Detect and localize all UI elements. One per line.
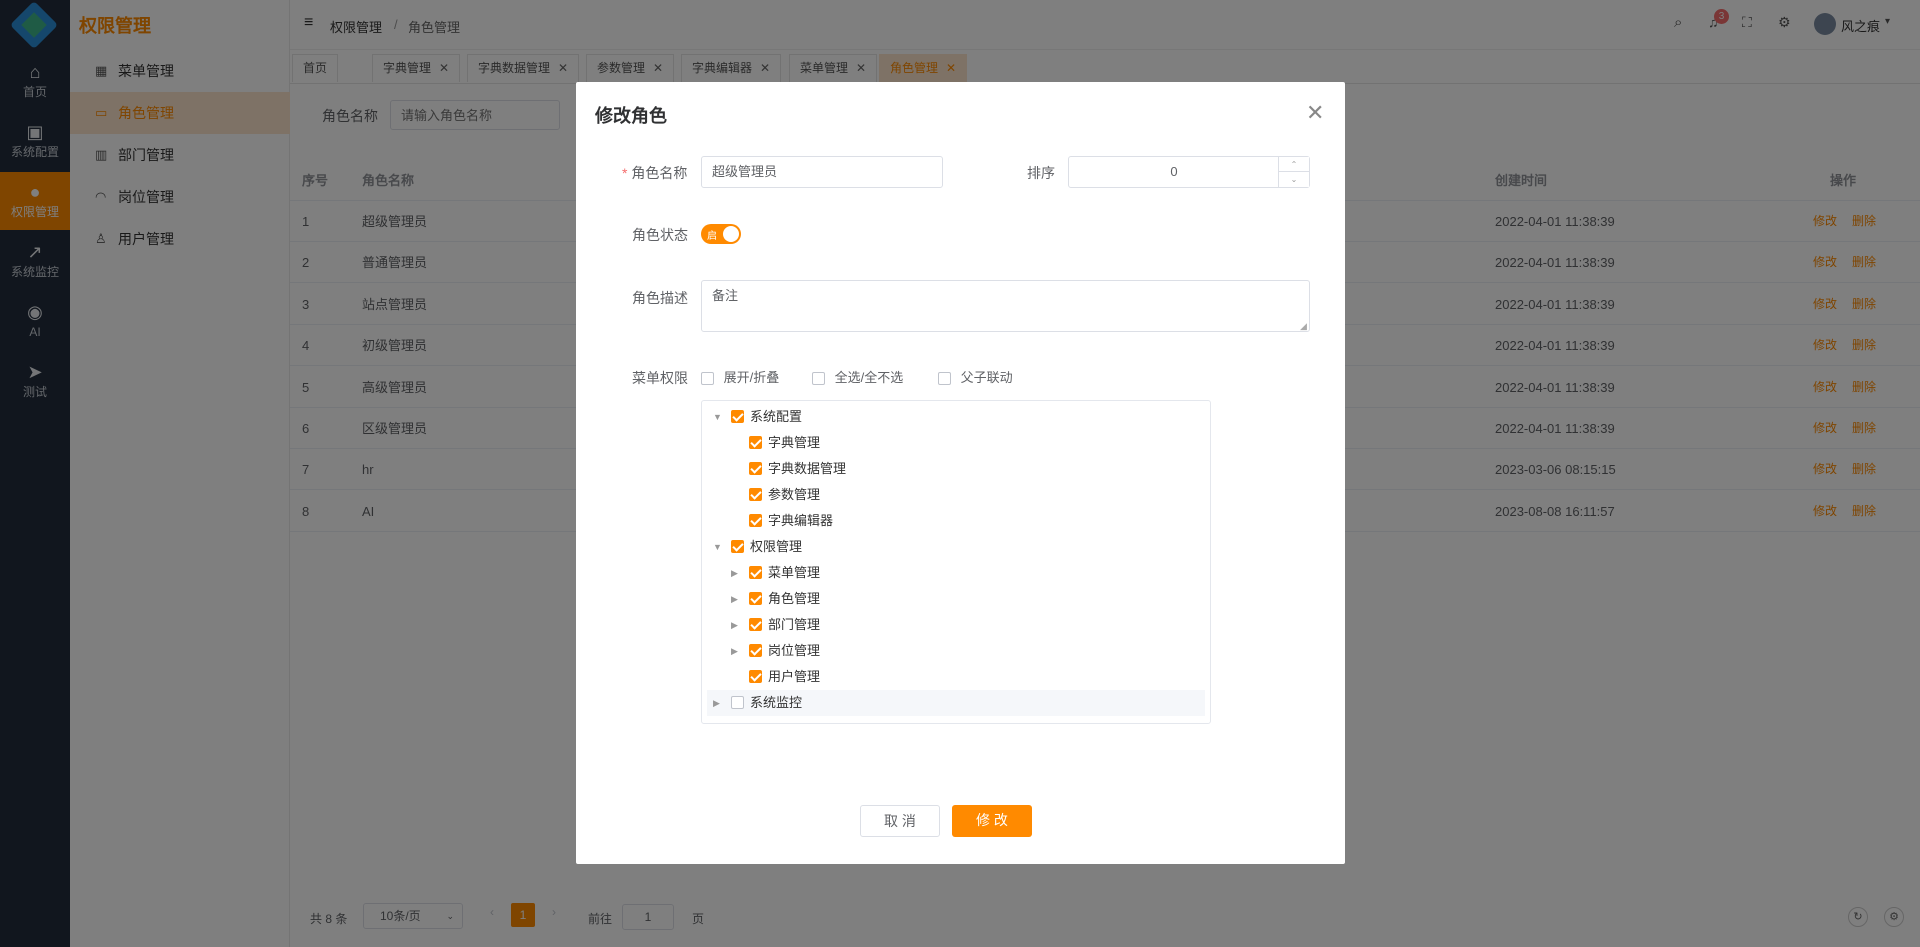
- option-label: 展开/折叠: [723, 370, 780, 385]
- tree-node[interactable]: ▶ 岗位管理: [707, 638, 1205, 664]
- option-label: 全选/全不选: [834, 370, 904, 385]
- tree-node-label: 系统配置: [750, 409, 803, 424]
- caret-right-icon[interactable]: ▶: [731, 560, 738, 586]
- tree-checkbox[interactable]: [749, 644, 762, 657]
- sort-value: 0: [1170, 164, 1178, 179]
- submit-button[interactable]: 修 改: [952, 805, 1032, 837]
- stepper-down-icon[interactable]: ⌄: [1278, 172, 1309, 187]
- menu-permission-label: 菜单权限: [632, 370, 688, 386]
- tree-checkbox[interactable]: [749, 514, 762, 527]
- tree-node-label: 字典管理: [768, 435, 821, 450]
- tree-checkbox[interactable]: [731, 410, 744, 423]
- tree-node[interactable]: 字典编辑器: [707, 508, 1205, 534]
- tree-checkbox[interactable]: [749, 462, 762, 475]
- caret-right-icon[interactable]: ▶: [731, 638, 738, 664]
- stepper-up-icon[interactable]: ⌃: [1278, 157, 1309, 172]
- tree-node[interactable]: 参数管理: [707, 482, 1205, 508]
- caret-right-icon[interactable]: ▶: [713, 690, 720, 716]
- role-desc-textarea[interactable]: 备注: [701, 280, 1310, 332]
- status-toggle[interactable]: 启: [701, 224, 741, 244]
- tree-node-label: 角色管理: [768, 591, 821, 606]
- role-name-label: * 角色名称: [622, 165, 688, 181]
- tree-node[interactable]: ▼ 权限管理: [707, 534, 1205, 560]
- role-desc-label: 角色描述: [632, 290, 688, 306]
- tree-node-label: 字典编辑器: [768, 513, 834, 528]
- tree-node[interactable]: 字典管理: [707, 430, 1205, 456]
- tree-node[interactable]: 字典数据管理: [707, 456, 1205, 482]
- caret-right-icon[interactable]: ▶: [731, 586, 738, 612]
- expand-collapse-option[interactable]: 展开/折叠: [701, 367, 779, 386]
- checkbox[interactable]: [701, 372, 714, 386]
- menu-permission-tree: ▼ 系统配置 字典管理 字典数据管理 参数管理 字典编辑器 ▼ 权限管理 ▶ 菜单管理 ▶ 角色管理 ▶…: [701, 400, 1211, 724]
- tree-checkbox[interactable]: [749, 436, 762, 449]
- caret-down-icon[interactable]: ▼: [713, 404, 722, 430]
- tree-node-label: 菜单管理: [768, 565, 821, 580]
- tree-node-label: 系统监控: [750, 695, 803, 710]
- checkbox[interactable]: [938, 372, 951, 386]
- tree-checkbox[interactable]: [731, 696, 744, 709]
- tree-checkbox[interactable]: [749, 670, 762, 683]
- tree-node[interactable]: ▶ 部门管理: [707, 612, 1205, 638]
- tree-node[interactable]: ▼ 系统配置: [707, 404, 1205, 430]
- toggle-text: 启: [707, 231, 717, 242]
- role-status-label: 角色状态: [632, 227, 688, 243]
- tree-node-label: 用户管理: [768, 669, 821, 684]
- select-all-option[interactable]: 全选/全不选: [812, 367, 903, 386]
- tree-node[interactable]: 用户管理: [707, 664, 1205, 690]
- resize-handle-icon[interactable]: ◢: [1300, 321, 1307, 332]
- caret-down-icon[interactable]: ▼: [713, 534, 722, 560]
- close-icon[interactable]: ✕: [1306, 100, 1324, 126]
- sort-input[interactable]: 0: [1068, 156, 1310, 188]
- checkbox[interactable]: [812, 372, 825, 386]
- cancel-button[interactable]: 取 消: [860, 805, 940, 837]
- tree-node[interactable]: ▶ 菜单管理: [707, 560, 1205, 586]
- parent-child-linkage-option[interactable]: 父子联动: [938, 367, 1013, 386]
- tree-checkbox[interactable]: [749, 566, 762, 579]
- tree-node[interactable]: ▶ 角色管理: [707, 586, 1205, 612]
- role-name-input[interactable]: 超级管理员: [701, 156, 943, 188]
- caret-right-icon[interactable]: ▶: [731, 612, 738, 638]
- dialog-title: 修改角色: [595, 106, 667, 126]
- tree-checkbox[interactable]: [749, 618, 762, 631]
- role-name-label-text: 角色名称: [631, 165, 688, 181]
- tree-node-label: 部门管理: [768, 617, 821, 632]
- tree-node-label: 权限管理: [750, 539, 803, 554]
- tree-node-label: 岗位管理: [768, 643, 821, 658]
- option-label: 父子联动: [960, 370, 1013, 385]
- sort-label: 排序: [1027, 165, 1055, 181]
- tree-node-label: 字典数据管理: [768, 461, 847, 476]
- tree-checkbox[interactable]: [749, 488, 762, 501]
- tree-node[interactable]: ▶ 系统监控: [707, 690, 1205, 716]
- edit-role-dialog: 修改角色 ✕ * 角色名称 超级管理员 排序 0 ⌃ ⌄ 角色状态 启 角色描述…: [576, 82, 1345, 864]
- tree-checkbox[interactable]: [749, 592, 762, 605]
- toggle-knob: [723, 226, 739, 242]
- tree-node-label: 参数管理: [768, 487, 821, 502]
- tree-checkbox[interactable]: [731, 540, 744, 553]
